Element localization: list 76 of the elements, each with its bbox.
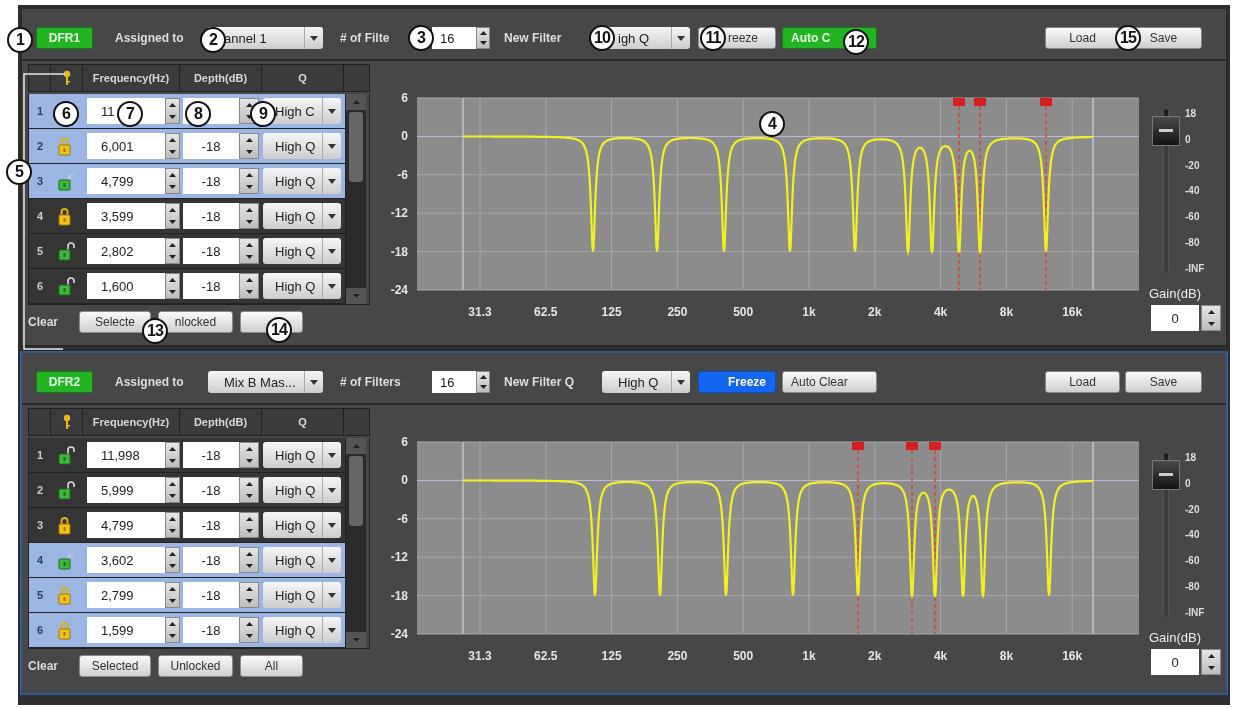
row-number: 3 bbox=[35, 519, 45, 531]
scale-label: -80 bbox=[1185, 237, 1201, 249]
scale-label: -INF bbox=[1185, 606, 1205, 618]
row-number: 1 bbox=[35, 449, 45, 461]
column-header: Frequency(Hz) bbox=[83, 65, 180, 91]
axis-label: -24 bbox=[390, 283, 408, 297]
column-header: Q bbox=[262, 409, 344, 435]
row-number: 5 bbox=[35, 245, 45, 257]
gain-label: Gain(dB) bbox=[1149, 286, 1203, 301]
column-header: Q bbox=[262, 65, 344, 91]
axis-label: 31.3 bbox=[468, 305, 492, 319]
scale-label: -80 bbox=[1185, 581, 1201, 593]
scale-label: -40 bbox=[1185, 185, 1201, 197]
row-number: 2 bbox=[35, 140, 45, 152]
axis-label: 1k bbox=[802, 649, 816, 663]
axis-label: 2k bbox=[868, 649, 882, 663]
filters-label: # of Filte bbox=[340, 31, 391, 45]
axis-label: 125 bbox=[601, 305, 622, 319]
column-header: Frequency(Hz) bbox=[83, 409, 180, 435]
axis-label: 0 bbox=[401, 129, 408, 144]
scale-label: -INF bbox=[1185, 262, 1205, 274]
row-number: 3 bbox=[35, 175, 45, 187]
axis-label: 250 bbox=[667, 649, 688, 663]
axis-label: 16k bbox=[1062, 305, 1083, 319]
axis-label: 16k bbox=[1062, 649, 1083, 663]
assigned-label: Assigned to bbox=[115, 31, 185, 45]
axis-label: 2k bbox=[868, 305, 882, 319]
axis-label: 500 bbox=[733, 305, 754, 319]
callout-tooltip: 1 bbox=[7, 27, 33, 53]
axis-label: -18 bbox=[390, 588, 408, 603]
axis-label: 6 bbox=[401, 91, 408, 105]
axis-label: 62.5 bbox=[534, 305, 558, 319]
clear-label: Clear bbox=[28, 659, 60, 673]
row-number: 4 bbox=[35, 210, 45, 222]
axis-label: -6 bbox=[397, 167, 408, 182]
axis-label: 8k bbox=[999, 305, 1014, 319]
scale-label: -60 bbox=[1185, 555, 1201, 567]
axis-label: 8k bbox=[999, 649, 1014, 663]
axis-label: 250 bbox=[667, 305, 688, 319]
row-number: 1 bbox=[35, 105, 45, 117]
scale-label: 18 bbox=[1185, 108, 1198, 119]
axis-label: 500 bbox=[733, 649, 754, 663]
axis-label: -24 bbox=[390, 627, 408, 641]
axis-label: -6 bbox=[397, 511, 408, 526]
clear-label: Clear bbox=[28, 315, 60, 329]
scale-label: -60 bbox=[1185, 211, 1201, 223]
axis-label: 6 bbox=[401, 435, 408, 449]
axis-label: 1k bbox=[802, 305, 816, 319]
axis-label: 62.5 bbox=[534, 649, 558, 663]
axis-label: 31.3 bbox=[468, 649, 492, 663]
axis-label: -12 bbox=[390, 206, 408, 221]
scale-label: -20 bbox=[1185, 503, 1201, 515]
axis-label: -18 bbox=[390, 244, 408, 259]
new-filter-q-label: New Filter Q bbox=[504, 375, 575, 389]
column-header: Depth(dB) bbox=[180, 409, 262, 435]
filters-label: # of Filters bbox=[340, 375, 402, 389]
axis-label: 4k bbox=[933, 305, 948, 319]
axis-label: 0 bbox=[401, 473, 408, 488]
row-number: 6 bbox=[35, 624, 45, 636]
row-number: 5 bbox=[35, 589, 45, 601]
gain-label: Gain(dB) bbox=[1149, 630, 1203, 645]
column-header: Depth(dB) bbox=[180, 65, 262, 91]
axis-label: 4k bbox=[933, 649, 948, 663]
scale-label: 0 bbox=[1185, 477, 1192, 489]
row-number: 6 bbox=[35, 280, 45, 292]
new-filter-q-label: New Filter bbox=[504, 31, 563, 45]
axis-label: 125 bbox=[601, 649, 622, 663]
axis-label: -12 bbox=[390, 550, 408, 565]
row-number: 4 bbox=[35, 554, 45, 566]
scale-label: -20 bbox=[1185, 159, 1201, 171]
callout-tooltip: 5 bbox=[6, 159, 32, 185]
scale-label: 0 bbox=[1185, 133, 1192, 145]
assigned-label: Assigned to bbox=[115, 375, 185, 389]
scale-label: -40 bbox=[1185, 529, 1201, 541]
row-number: 2 bbox=[35, 484, 45, 496]
scale-label: 18 bbox=[1185, 452, 1198, 463]
